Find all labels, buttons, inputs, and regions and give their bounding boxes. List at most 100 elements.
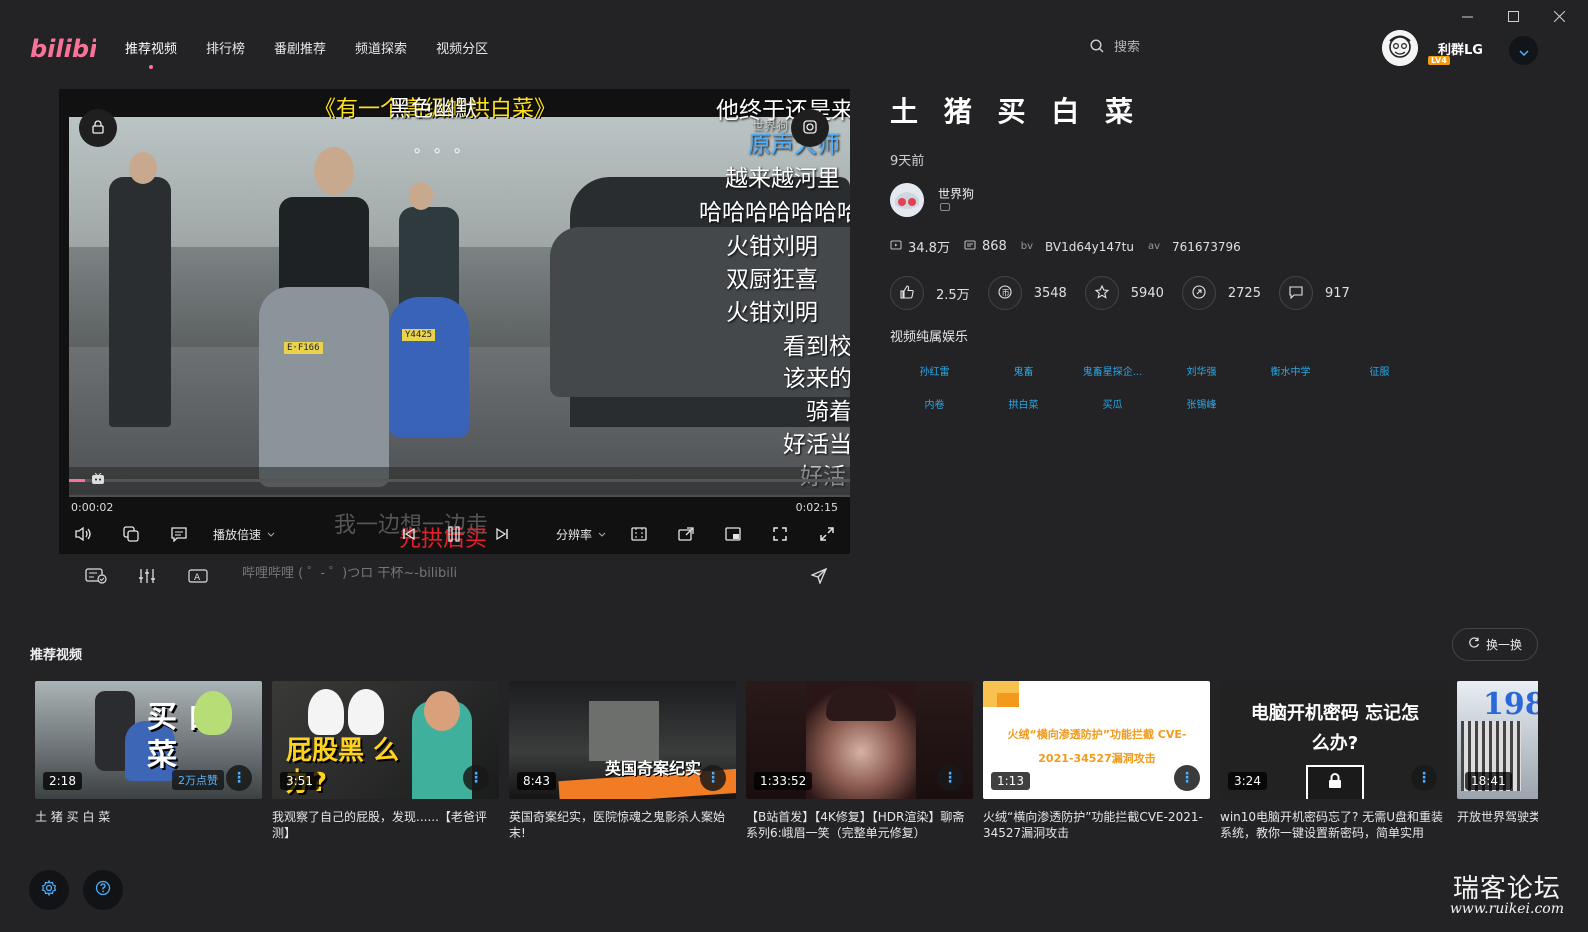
like-action[interactable]: 2.5万 [890, 276, 970, 310]
more-options-icon[interactable]: ⋮ [700, 765, 726, 791]
favorite-button[interactable] [1084, 276, 1119, 310]
tag-item[interactable]: 征服 [1335, 363, 1424, 378]
coin-button[interactable]: 币 [987, 276, 1022, 310]
more-options-icon[interactable]: ⋮ [226, 765, 252, 791]
video-card-title[interactable]: 开放世界驾驶类 [1457, 809, 1538, 841]
nav-item-channels[interactable]: 频道探索 [355, 38, 407, 57]
volume-button[interactable] [73, 519, 93, 549]
danmaku-icon [171, 526, 187, 542]
progress-handle[interactable] [89, 470, 107, 488]
minimize-icon[interactable] [1444, 4, 1490, 28]
av-id[interactable]: 761673796 [1172, 240, 1241, 254]
share-button[interactable] [1181, 276, 1216, 310]
video-card[interactable]: 屁股黑 么办? 3:51 ⋮ 我观察了自己的屁股，发现......【老爸评测】 [272, 681, 499, 841]
avatar[interactable] [1382, 30, 1418, 66]
user-menu-button[interactable] [1509, 36, 1538, 65]
tag-item[interactable]: 孙红雷 [890, 363, 979, 378]
progress-track[interactable] [69, 479, 850, 482]
search-input[interactable] [1114, 40, 1314, 55]
prev-button[interactable] [399, 519, 419, 549]
bilibili-logo[interactable]: bilibili [30, 30, 96, 66]
mini-player-button[interactable] [723, 519, 743, 549]
lock-button[interactable] [79, 109, 117, 147]
video-thumbnail[interactable]: 屁股黑 么办? 3:51 ⋮ [272, 681, 499, 799]
user-name[interactable]: 利群LG [1438, 39, 1483, 58]
tag-item[interactable]: 鬼畜 [979, 363, 1068, 378]
video-card-title[interactable]: 火绒“横向渗透防护”功能拦截CVE-2021-34527漏洞攻击 [983, 809, 1210, 841]
video-thumbnail[interactable]: 买 白 菜 2:18 2万点赞 ⋮ [35, 681, 262, 799]
nav-item-zones[interactable]: 视频分区 [436, 38, 488, 57]
screenshot-button[interactable] [791, 109, 829, 147]
tag-item[interactable]: 拱白菜 [979, 396, 1068, 411]
svg-text:A: A [194, 573, 201, 583]
nav-item-bangumi[interactable]: 番剧推荐 [274, 38, 326, 57]
pip-button[interactable] [121, 519, 141, 549]
comment-action[interactable]: 917 [1278, 276, 1355, 310]
progress-bar[interactable] [69, 467, 850, 495]
comment-button[interactable] [1278, 276, 1313, 310]
plate-left: E·F166 [284, 342, 323, 354]
more-options-icon[interactable]: ⋮ [1174, 765, 1200, 791]
tag-item[interactable]: 内卷 [890, 396, 979, 411]
nav-item-recommend[interactable]: 推荐视频 [125, 38, 177, 57]
uploader-name[interactable]: 世界狗 [938, 185, 974, 202]
tag-item[interactable]: 鬼畜星探企... [1068, 363, 1157, 378]
share-action[interactable]: 2725 [1181, 276, 1261, 310]
duration-badge: 8:43 [517, 772, 556, 790]
maximize-icon[interactable] [1490, 4, 1536, 28]
bv-id[interactable]: BV1d64y147tu [1045, 240, 1134, 254]
more-options-icon[interactable]: ⋮ [937, 765, 963, 791]
danmaku-toggle[interactable] [169, 519, 189, 549]
tag-item[interactable]: 刘华强 [1157, 363, 1246, 378]
send-danmaku-button[interactable] [809, 561, 829, 591]
nav-item-ranking[interactable]: 排行榜 [206, 38, 245, 57]
video-thumbnail[interactable]: 火绒“横向渗透防护”功能拦截 CVE-2021-34527漏洞攻击 1:13 ⋮ [983, 681, 1210, 799]
video-thumbnail[interactable]: 电脑开机密码 忘记怎么办? 3:24 ⋮ [1220, 681, 1447, 799]
video-card[interactable]: 火绒“横向渗透防护”功能拦截 CVE-2021-34527漏洞攻击 1:13 ⋮… [983, 681, 1210, 841]
close-icon[interactable] [1536, 4, 1582, 28]
tag-item[interactable]: 衡水中学 [1246, 363, 1335, 378]
video-card[interactable]: 1:33:52 ⋮ 【B站首发】【4K修复】【HDR渲染】聊斋系列6:峨眉一笑（… [746, 681, 973, 841]
danmaku-filter-button[interactable] [137, 561, 157, 591]
video-card-title[interactable]: 【B站首发】【4K修复】【HDR渲染】聊斋系列6:峨眉一笑（完整单元修复） [746, 809, 973, 841]
video-thumbnail[interactable]: 1:33:52 ⋮ [746, 681, 973, 799]
danmaku-input[interactable] [242, 566, 762, 581]
popout-button[interactable] [676, 519, 696, 549]
danmaku-style-button[interactable]: A [187, 561, 209, 591]
next-button[interactable] [492, 519, 512, 549]
more-options-icon[interactable]: ⋮ [463, 765, 489, 791]
tag-item[interactable]: 张锡峰 [1157, 396, 1246, 411]
video-card[interactable]: 英国奇案纪实 8:43 ⋮ 英国奇案纪实，医院惊魂之鬼影杀人案始末! [509, 681, 736, 841]
tag-item[interactable]: 买瓜 [1068, 396, 1157, 411]
coin-action[interactable]: 币 3548 [987, 276, 1067, 310]
video-card[interactable]: 电脑开机密码 忘记怎么办? 3:24 ⋮ win10电脑开机密码忘了? 无需U盘… [1220, 681, 1447, 841]
aspect-button[interactable] [629, 519, 649, 549]
resolution-select[interactable]: 分辨率 [551, 519, 611, 549]
video-card-title[interactable]: win10电脑开机密码忘了? 无需U盘和重装系统，教你一键设置新密码，简单实用 [1220, 809, 1447, 841]
video-card-title[interactable]: 我观察了自己的屁股，发现......【老爸评测】 [272, 809, 499, 841]
video-thumbnail[interactable]: 1986 18:41 [1457, 681, 1538, 799]
help-button[interactable] [83, 870, 123, 910]
refresh-button[interactable]: 换一换 [1452, 628, 1538, 661]
like-button[interactable] [890, 276, 924, 310]
uploader[interactable]: 世界狗 [890, 183, 1550, 217]
speed-select[interactable]: 播放倍速 [209, 519, 279, 549]
video-thumbnail[interactable]: 英国奇案纪实 8:43 ⋮ [509, 681, 736, 799]
video-player[interactable]: E·F166 Y4425 《有一个高级的拱白菜》 黑色幽默 。。。 他终于还是来… [59, 89, 850, 598]
settings-button[interactable] [29, 870, 69, 910]
uploader-avatar[interactable] [890, 183, 924, 217]
favorite-action[interactable]: 5940 [1084, 276, 1164, 310]
web-fullscreen-button[interactable] [770, 519, 790, 549]
fullscreen-button[interactable] [817, 519, 837, 549]
search-icon[interactable] [1090, 38, 1104, 57]
play-pause-button[interactable] [444, 519, 464, 549]
video-card-title[interactable]: 土 猪 买 白 菜 [35, 809, 262, 841]
video-card[interactable]: 1986 18:41 开放世界驾驶类 [1457, 681, 1538, 841]
more-options-icon[interactable]: ⋮ [1411, 765, 1437, 791]
danmaku-settings-button[interactable] [84, 561, 108, 591]
search-box [1090, 38, 1314, 57]
video-card-title[interactable]: 英国奇案纪实，医院惊魂之鬼影杀人案始末! [509, 809, 736, 841]
duration-badge: 1:33:52 [754, 772, 813, 790]
camera-icon [803, 119, 817, 138]
video-card[interactable]: 买 白 菜 2:18 2万点赞 ⋮ 土 猪 买 白 菜 [35, 681, 262, 841]
